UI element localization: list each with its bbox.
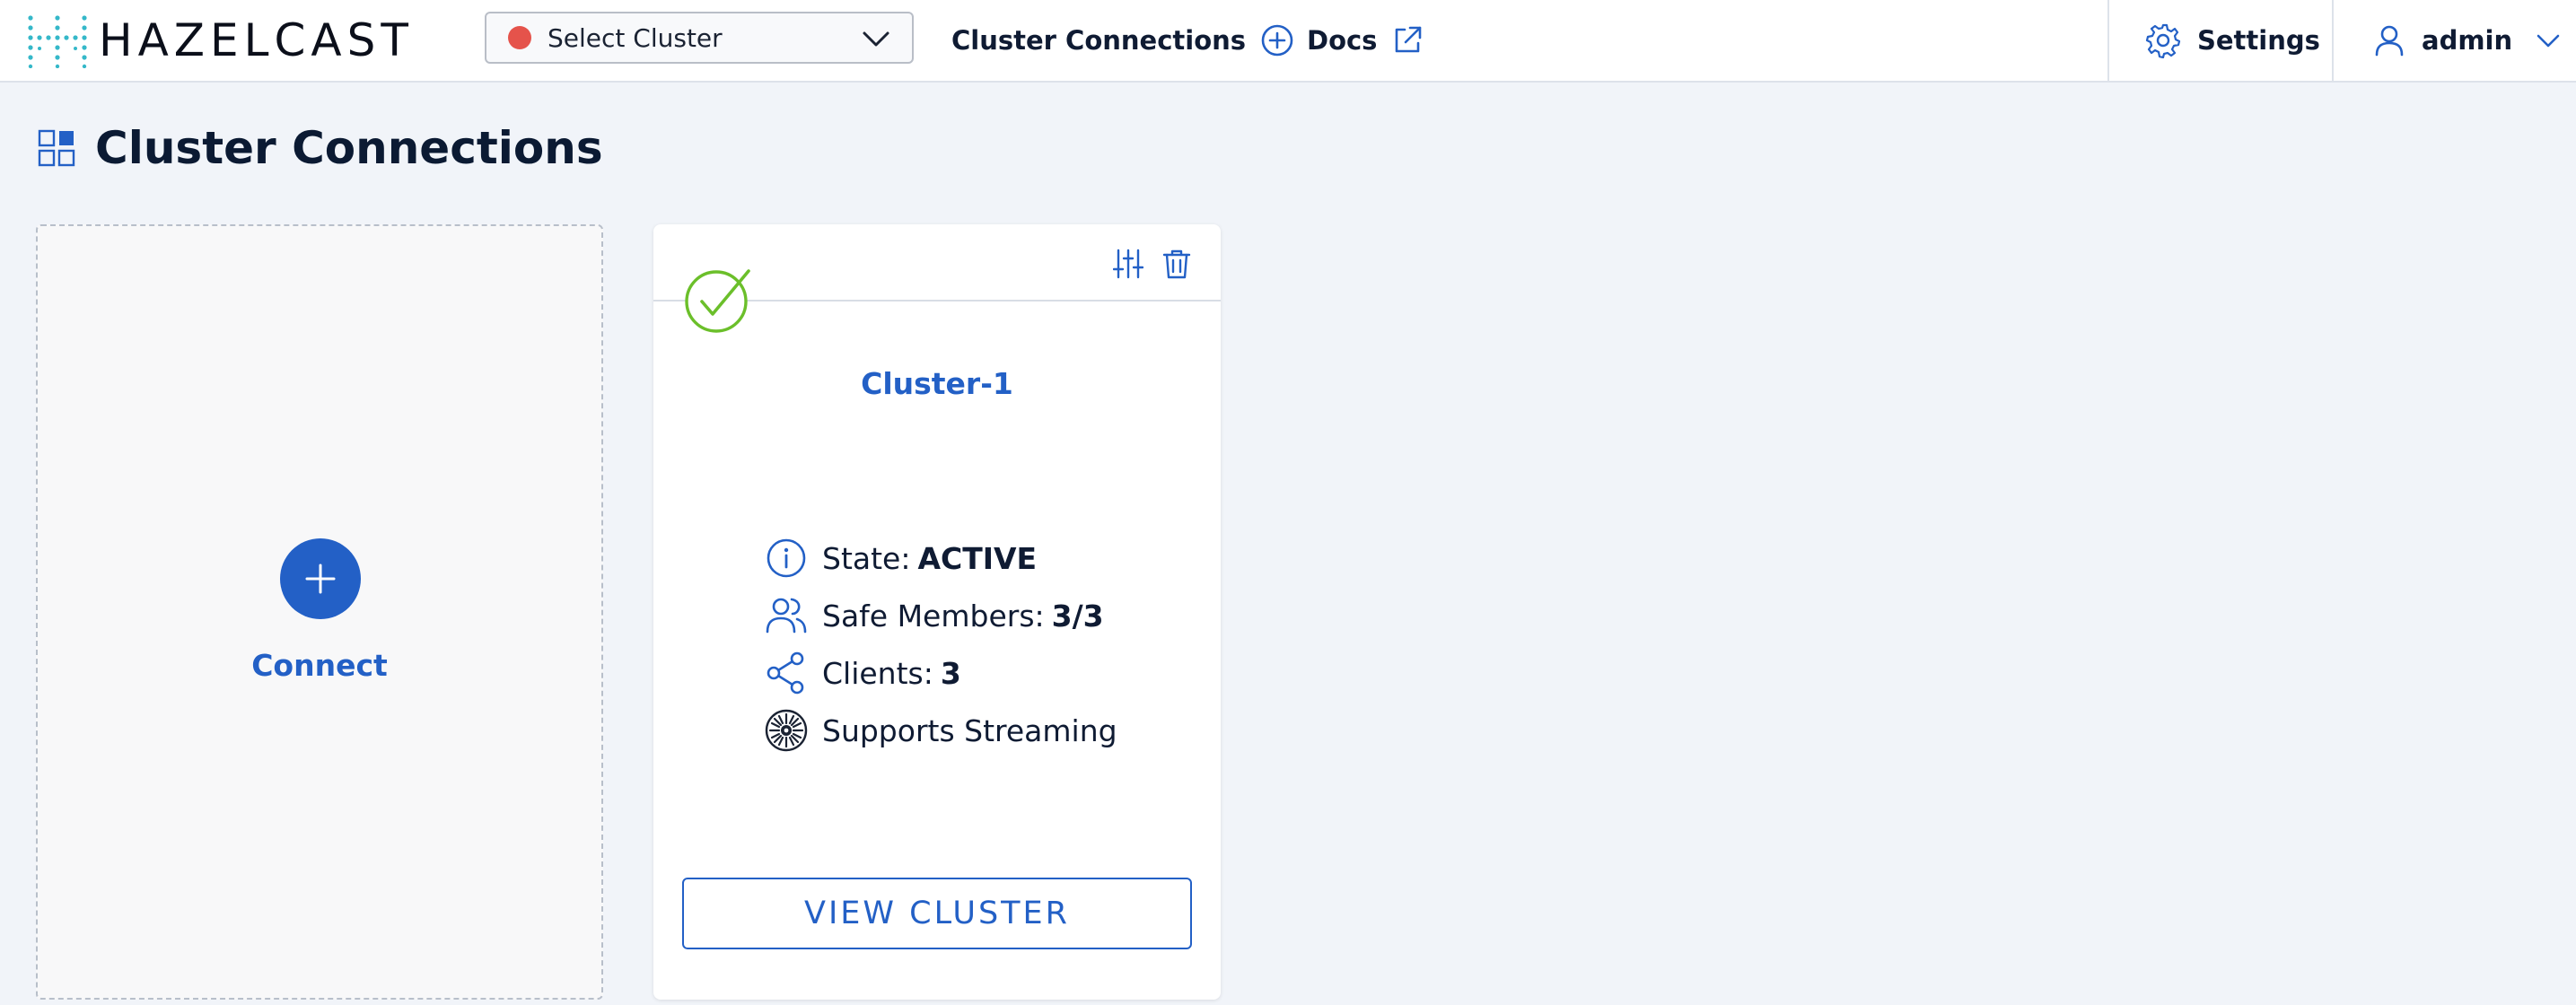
- state-value: ACTIVE: [917, 540, 1038, 576]
- top-bar: HAZELCAST Select Cluster Cluster Connect…: [0, 0, 2576, 83]
- user-name: admin: [2422, 25, 2513, 56]
- cluster-select[interactable]: Select Cluster: [485, 12, 914, 64]
- streaming-label: Supports Streaming: [822, 712, 1117, 748]
- gear-icon: [2145, 23, 2181, 58]
- cluster-clients: Clients: 3: [765, 644, 1117, 702]
- config-sliders-icon[interactable]: [1113, 248, 1143, 280]
- state-label: State:: [822, 540, 911, 576]
- users-icon: [766, 598, 807, 634]
- share-icon: [767, 651, 804, 695]
- header-divider: [2332, 0, 2334, 81]
- nav-docs-label: Docs: [1307, 25, 1378, 56]
- info-icon: [767, 538, 806, 578]
- nav-docs[interactable]: Docs: [1307, 0, 1424, 81]
- page-title: Cluster Connections: [95, 122, 603, 174]
- cluster-members: Safe Members: 3/3: [765, 587, 1117, 644]
- hazelcast-logo[interactable]: HAZELCAST: [27, 13, 414, 68]
- clients-label: Clients:: [822, 655, 933, 691]
- cluster-status-dot: [508, 26, 531, 49]
- cluster-streaming: Supports Streaming: [765, 702, 1117, 759]
- members-value: 3/3: [1051, 598, 1104, 634]
- view-cluster-button[interactable]: VIEW CLUSTER: [682, 878, 1192, 949]
- cluster-state: State: ACTIVE: [765, 529, 1117, 587]
- nav-cluster-connections-label: Cluster Connections: [951, 25, 1247, 56]
- add-circle-icon: [1261, 24, 1293, 57]
- settings-button[interactable]: Settings: [2145, 0, 2320, 81]
- streaming-icon: [765, 709, 808, 752]
- logo-text: HAZELCAST: [99, 14, 414, 66]
- cluster-select-value: Select Cluster: [548, 22, 723, 53]
- user-icon: [2375, 25, 2404, 57]
- settings-label: Settings: [2197, 25, 2320, 56]
- hazelcast-logo-icon: [28, 15, 87, 68]
- nav-cluster-connections[interactable]: Cluster Connections: [951, 0, 1294, 81]
- user-menu[interactable]: admin: [2373, 0, 2561, 81]
- connect-label[interactable]: Connect: [38, 648, 601, 683]
- trash-icon[interactable]: [1161, 248, 1192, 280]
- header-divider: [2107, 0, 2109, 81]
- clients-value: 3: [940, 655, 961, 691]
- page-header: Cluster Connections: [38, 118, 603, 178]
- check-circle-icon: [685, 269, 750, 333]
- plus-icon: [305, 564, 336, 594]
- dashboard-grid-icon: [38, 129, 75, 167]
- connect-button[interactable]: [280, 538, 361, 619]
- members-label: Safe Members:: [822, 598, 1045, 634]
- cluster-card: Cluster-1 State: ACTIVE Safe Members: 3/: [653, 224, 1221, 1000]
- cluster-name[interactable]: Cluster-1: [653, 366, 1221, 401]
- chevron-down-icon: [863, 31, 889, 47]
- external-link-icon: [1396, 26, 1422, 53]
- chevron-down-icon: [2537, 34, 2560, 48]
- cluster-info-list: State: ACTIVE Safe Members: 3/3 Clients:…: [765, 529, 1117, 759]
- connect-card[interactable]: Connect: [36, 224, 603, 1000]
